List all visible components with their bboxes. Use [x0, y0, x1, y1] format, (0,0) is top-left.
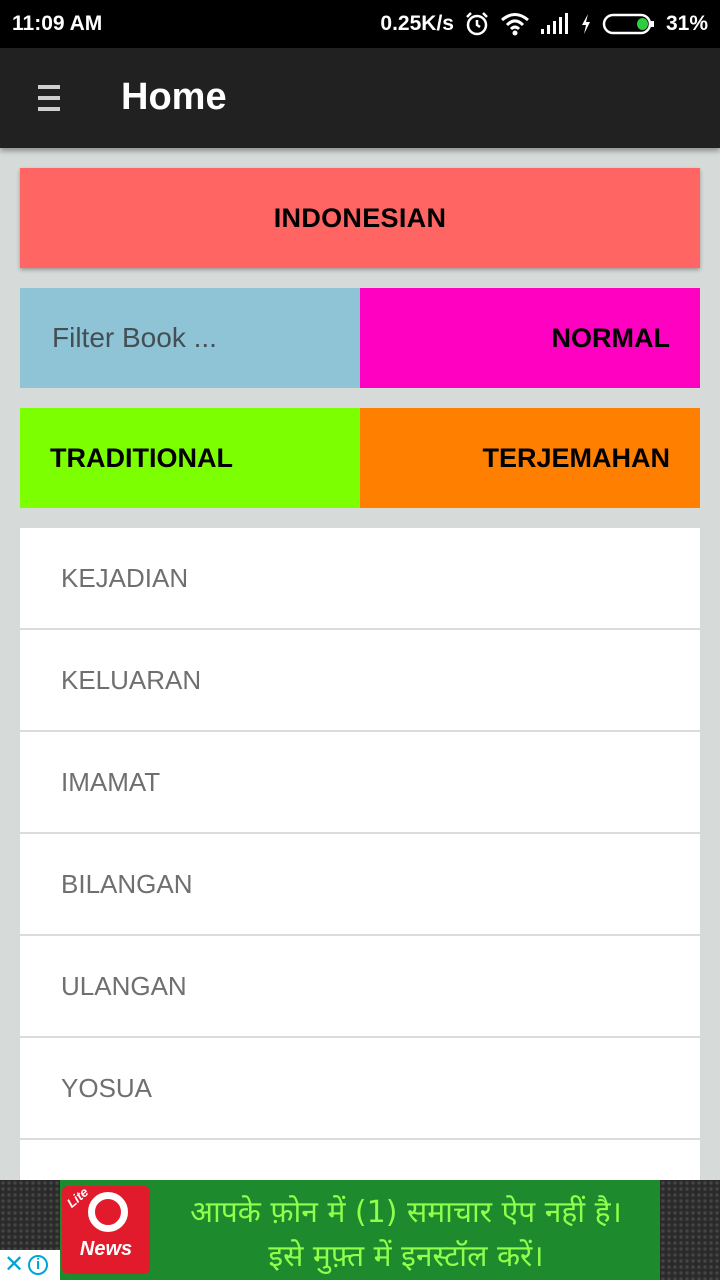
ad-choices: ✕ i	[0, 1250, 60, 1280]
language-button[interactable]: INDONESIAN	[20, 168, 700, 268]
logo-d-icon	[88, 1192, 128, 1232]
ad-text-line-1: आपके फ़ोन में (1) समाचार ऐप नहीं है।	[190, 1195, 622, 1230]
hamburger-menu-icon[interactable]	[38, 85, 62, 113]
normal-mode-button[interactable]: NORMAL	[360, 288, 700, 388]
alarm-icon	[466, 12, 488, 36]
book-list-item[interactable]: YOSUA	[20, 1038, 700, 1140]
book-list-item[interactable]: KEJADIAN	[20, 528, 700, 630]
book-list-item[interactable]: IMAMAT	[20, 732, 700, 834]
page-title: Home	[121, 76, 227, 118]
filter-box	[20, 288, 360, 388]
ad-content[interactable]: Lite News आपके फ़ोन में (1) समाचार ऐप नह…	[60, 1180, 660, 1280]
logo-lite-text: Lite	[63, 1184, 92, 1211]
terjemahan-button[interactable]: TERJEMAHAN	[360, 408, 700, 508]
wifi-icon	[501, 13, 529, 36]
app-bar: Home	[0, 48, 720, 148]
book-list-item[interactable]: ULANGAN	[20, 936, 700, 1038]
book-list-item[interactable]	[20, 1140, 700, 1180]
net-speed: 0.25K/s	[380, 12, 454, 35]
book-list-item[interactable]: KELUARAN	[20, 630, 700, 732]
battery-icon	[602, 13, 654, 35]
battery-percent: 31%	[665, 12, 708, 35]
ad-banner[interactable]: Lite News आपके फ़ोन में (1) समाचार ऐप नह…	[0, 1180, 720, 1280]
book-list-item[interactable]: BILANGAN	[20, 834, 700, 936]
logo-news-text: News	[79, 1238, 133, 1260]
status-icons: 0.25K/s 31%	[380, 11, 708, 37]
ad-info-icon[interactable]: i	[28, 1255, 49, 1275]
status-bar: 11:09 AM 0.25K/s 31%	[0, 0, 720, 48]
ad-text-line-2: इसे मुफ़्त में इनस्टॉल करें।	[268, 1239, 544, 1274]
status-time: 11:09 AM	[12, 12, 103, 35]
filter-book-input[interactable]	[50, 321, 344, 355]
charging-icon	[581, 14, 590, 34]
signal-icon	[540, 13, 568, 34]
news-app-logo: Lite News	[62, 1184, 150, 1274]
book-list: KEJADIAN KELUARAN IMAMAT BILANGAN ULANGA…	[20, 528, 700, 1180]
traditional-button[interactable]: TRADITIONAL	[20, 408, 360, 508]
ad-close-icon[interactable]: ✕	[4, 1253, 24, 1277]
